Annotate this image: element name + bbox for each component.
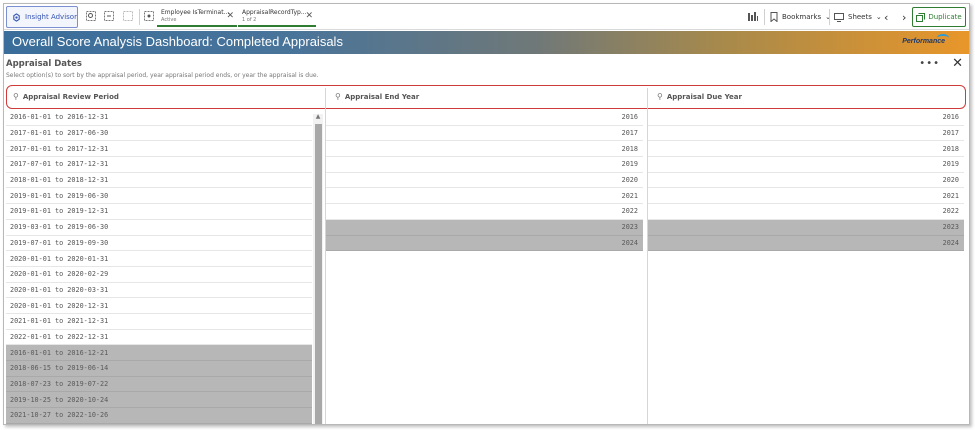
grid-view-icon[interactable]: [748, 12, 758, 22]
list-item[interactable]: 2022: [648, 204, 964, 220]
panel-title: Appraisal Dates: [6, 59, 82, 69]
list-item[interactable]: 2018-01-01 to 2018-12-31: [6, 173, 312, 189]
list-item[interactable]: 2019-07-01 to 2019-09-30: [6, 236, 312, 252]
list-item[interactable]: 2022-01-01 to 2022-12-31: [6, 330, 312, 346]
list-item[interactable]: 2016-01-01 to 2016-12-31: [6, 110, 312, 126]
column-header-end-year: Appraisal End Year: [344, 92, 420, 101]
list-item[interactable]: 2020-01-01 to 2020-12-31: [6, 298, 312, 314]
duplicate-label: Duplicate: [928, 13, 962, 21]
list-appraisal-due-year: 2016 2017 2018 2019 2020 2021 2022 2023 2024: [648, 110, 964, 252]
chip-title: AppraisalRecordTyp...: [242, 9, 307, 16]
bookmarks-button[interactable]: Bookmarks ⌄: [770, 4, 831, 30]
chevron-down-icon: ⌄: [875, 13, 882, 21]
list-item[interactable]: 2020-01-01 to 2020-01-31: [6, 251, 312, 267]
list-item[interactable]: 2017-01-01 to 2017-12-31: [6, 141, 312, 158]
list-item[interactable]: 2018-07-23 to 2019-07-22: [6, 376, 312, 393]
toolbar-divider: [764, 9, 765, 25]
list-item[interactable]: 2021-01-01 to 2021-12-31: [6, 314, 312, 330]
list-item[interactable]: 2019-01-01 to 2019-12-31: [6, 204, 312, 220]
search-icon: ⚲: [657, 92, 663, 101]
next-sheet-icon[interactable]: ›: [902, 4, 906, 30]
search-icon: ⚲: [13, 92, 19, 101]
duplicate-icon: [916, 12, 926, 22]
list-appraisal-review-period: 2016-01-01 to 2016-12-31 2017-01-01 to 20…: [6, 110, 312, 424]
search-appraisal-due-year[interactable]: ⚲ Appraisal Due Year: [651, 86, 965, 107]
list-item[interactable]: 2016: [326, 110, 643, 126]
sheets-label: Sheets: [848, 13, 872, 21]
chip-subtitle: Active: [161, 17, 177, 23]
list-item[interactable]: 2024: [648, 235, 964, 252]
bookmarks-label: Bookmarks: [782, 13, 822, 21]
sheets-icon: [834, 12, 844, 22]
selections-tool-icon[interactable]: [104, 11, 114, 21]
column-header-review-period: Appraisal Review Period: [22, 92, 119, 101]
insight-advisor-label: Insight Advisor: [25, 13, 77, 21]
toolbar-divider: [829, 9, 830, 25]
insight-advisor-button[interactable]: Insight Advisor: [6, 6, 78, 28]
search-icon: ⚲: [335, 92, 341, 101]
list-item[interactable]: 2019-03-01 to 2019-06-30: [6, 220, 312, 236]
list-item[interactable]: 2017: [648, 126, 964, 142]
list-item[interactable]: 2018: [648, 141, 964, 158]
list-item[interactable]: 2019-01-01 to 2019-06-30: [6, 188, 312, 205]
column-header-due-year: Appraisal Due Year: [666, 92, 742, 101]
chip-subtitle: 1 of 2: [242, 17, 257, 23]
search-appraisal-end-year[interactable]: ⚲ Appraisal End Year: [329, 86, 647, 107]
list-item[interactable]: 2021: [648, 188, 964, 205]
bookmark-icon: [770, 12, 778, 22]
toolbar-divider: [139, 9, 140, 25]
step-back-icon[interactable]: [144, 11, 154, 21]
dashboard-banner: Overall Score Analysis Dashboard: Comple…: [4, 31, 969, 54]
list-item[interactable]: 2016: [648, 110, 964, 126]
close-icon[interactable]: ✕: [305, 11, 313, 21]
list-item[interactable]: 2016-01-01 to 2016-12-21: [6, 345, 312, 361]
list-item[interactable]: 2020: [648, 173, 964, 189]
list-item[interactable]: 2017-01-01 to 2017-06-30: [6, 126, 312, 142]
dashboard-title: Overall Score Analysis Dashboard: Comple…: [12, 34, 343, 49]
scrollbar-thumb[interactable]: [315, 124, 322, 424]
app-window: Insight Advisor Employee IsTerminat... A…: [3, 3, 970, 425]
clear-selections-icon[interactable]: [123, 11, 133, 21]
list-item[interactable]: 2020-01-01 to 2020-02-29: [6, 267, 312, 283]
filter-search-row: ⚲ Appraisal Review Period ⚲ Appraisal En…: [6, 85, 966, 109]
list-item[interactable]: 2023: [326, 219, 643, 236]
insight-advisor-icon: [13, 12, 20, 22]
list-item[interactable]: 2018-06-15 to 2019-06-14: [6, 361, 312, 377]
previous-sheet-icon[interactable]: ‹: [884, 4, 888, 30]
selection-chip-appraisal-type[interactable]: AppraisalRecordTyp... 1 of 2 ✕: [238, 7, 316, 27]
toolbar: Insight Advisor Employee IsTerminat... A…: [4, 4, 969, 30]
chip-title: Employee IsTerminat...: [161, 9, 230, 16]
list-item[interactable]: 2017: [326, 126, 643, 142]
smart-search-icon[interactable]: [86, 11, 96, 21]
list-item[interactable]: 2022: [326, 204, 643, 220]
selection-chip-employee[interactable]: Employee IsTerminat... Active ✕: [157, 7, 237, 27]
panel-subtitle: Select option(s) to sort by the appraisa…: [6, 72, 319, 79]
list-item[interactable]: 2024: [326, 235, 643, 252]
list-item[interactable]: 2019: [648, 157, 964, 173]
search-appraisal-review-period[interactable]: ⚲ Appraisal Review Period: [7, 86, 325, 107]
more-options-icon[interactable]: •••: [919, 58, 940, 69]
list-item[interactable]: 2021-10-27 to 2022-10-26: [6, 408, 312, 424]
duplicate-button[interactable]: Duplicate: [912, 7, 966, 27]
close-icon[interactable]: ✕: [226, 11, 234, 21]
list-appraisal-end-year: 2016 2017 2018 2019 2020 2021 2022 2023 2024: [326, 110, 643, 252]
scroll-up-icon[interactable]: ▲: [313, 113, 323, 121]
close-icon[interactable]: ✕: [952, 56, 963, 71]
list-item[interactable]: 2019-10-25 to 2020-10-24: [6, 392, 312, 409]
list-item[interactable]: 2017-07-01 to 2017-12-31: [6, 157, 312, 173]
sheets-button[interactable]: Sheets ⌄: [834, 4, 882, 30]
list-item[interactable]: 2018: [326, 141, 643, 158]
list-item[interactable]: 2020-01-01 to 2020-03-31: [6, 283, 312, 299]
list-item[interactable]: 2023: [648, 219, 964, 236]
logo-arc-icon: [937, 34, 949, 42]
list-item[interactable]: 2020: [326, 173, 643, 189]
list-item[interactable]: 2019: [326, 157, 643, 173]
list-item[interactable]: 2021: [326, 188, 643, 205]
